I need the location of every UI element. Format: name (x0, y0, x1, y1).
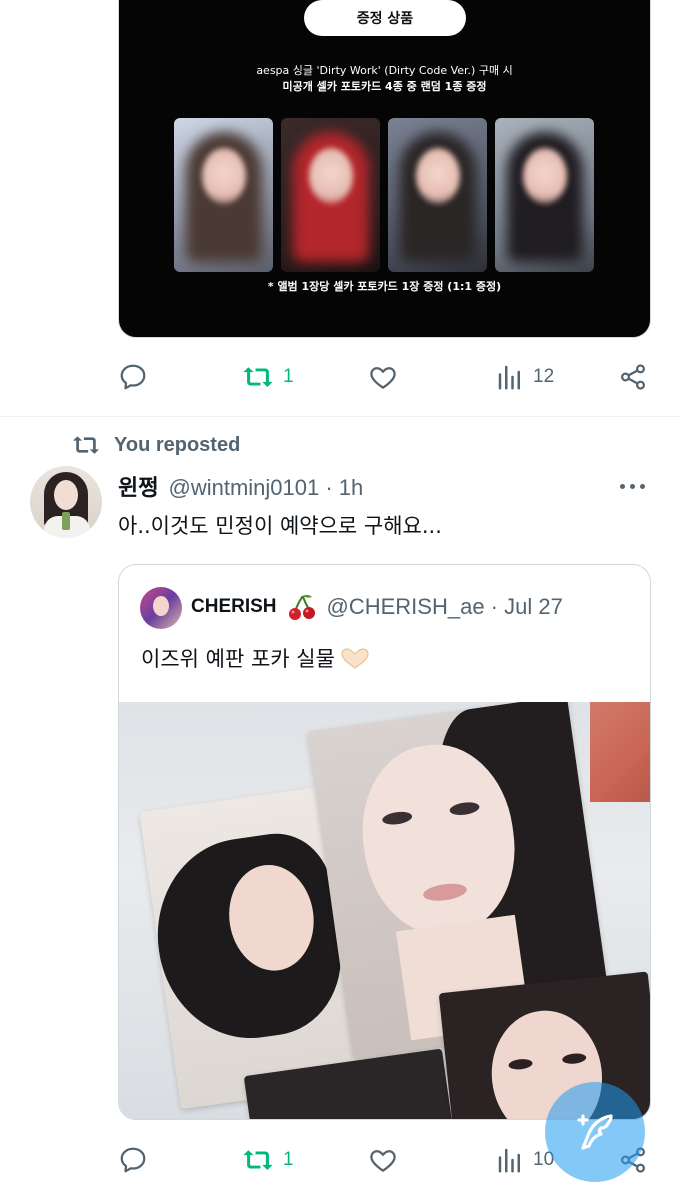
views-icon (498, 1148, 520, 1173)
avatar[interactable] (30, 466, 102, 538)
blurred-photocard (281, 118, 380, 272)
blurred-photocard (495, 118, 594, 272)
tweet-text: 아..이것도 민정이 예약으로 구해요... (118, 514, 442, 538)
like-icon (370, 367, 396, 389)
reply-icon (120, 364, 146, 390)
promo-photo-row (174, 118, 594, 272)
like-icon (370, 1150, 396, 1172)
cherry-icon (288, 594, 315, 620)
promo-image[interactable]: 증정 상품 aespa 싱글 'Dirty Work' (Dirty Code … (118, 0, 651, 338)
tweet-divider (0, 416, 681, 417)
handle-time[interactable]: @wintminj0101 · 1h (168, 475, 363, 501)
retweet-count: 1 (283, 1149, 294, 1170)
reply-button[interactable] (118, 1145, 148, 1175)
views-icon (498, 365, 520, 390)
quote-text: 이즈위 예판 포카 실물 (141, 647, 335, 671)
reply-button[interactable] (118, 362, 148, 392)
quote-header: CHERISH @CHERISH_ae · Jul 27 (191, 593, 563, 621)
views-button[interactable]: 12 (495, 362, 554, 392)
views-count: 12 (533, 366, 555, 387)
blurred-photocard (388, 118, 487, 272)
like-button[interactable] (368, 1145, 398, 1175)
avatar[interactable] (140, 587, 182, 629)
reply-icon (120, 1147, 146, 1173)
heart-hands-icon (341, 648, 369, 669)
tweet-header: 윈쩡 @wintminj0101 · 1h (118, 470, 363, 502)
promo-line2: 미공개 셀카 포토카드 4종 중 랜덤 1종 증정 (282, 80, 487, 93)
retweet-button[interactable]: 1 (241, 1145, 294, 1175)
compose-icon (577, 1114, 613, 1150)
repost-indicator[interactable]: You reposted (70, 432, 240, 458)
like-button[interactable] (368, 362, 398, 392)
retweet-button[interactable]: 1 (241, 362, 294, 392)
quote-text-row: 이즈위 예판 포카 실물 (141, 643, 371, 673)
tweet-actions: 1 12 (118, 362, 653, 392)
share-button[interactable] (618, 362, 648, 392)
promo-note: * 앨범 1장당 셀카 포토카드 1장 증정 (1:1 증정) (267, 280, 502, 293)
compose-button[interactable] (545, 1082, 645, 1182)
retweet-icon (243, 1150, 273, 1170)
quote-photo[interactable] (119, 702, 650, 1119)
retweet-icon (243, 367, 273, 387)
promo-line1: aespa 싱글 'Dirty Work' (Dirty Code Ver.) … (256, 64, 513, 77)
display-name[interactable]: 윈쩡 (118, 470, 158, 502)
repost-label: You reposted (114, 433, 241, 456)
quote-display-name: CHERISH (191, 596, 277, 617)
blurred-photocard (174, 118, 273, 272)
retweet-count: 1 (283, 366, 294, 387)
more-icon[interactable] (620, 480, 648, 492)
views-button[interactable]: 10 (495, 1145, 554, 1175)
share-icon (620, 364, 646, 390)
retweet-icon (73, 436, 99, 454)
promo-pill: 증정 상품 (304, 0, 466, 36)
quote-handle-time: @CHERISH_ae · Jul 27 (326, 594, 563, 619)
quoted-tweet[interactable]: CHERISH @CHERISH_ae · Jul 27 이즈위 예판 포카 실… (118, 564, 651, 1120)
